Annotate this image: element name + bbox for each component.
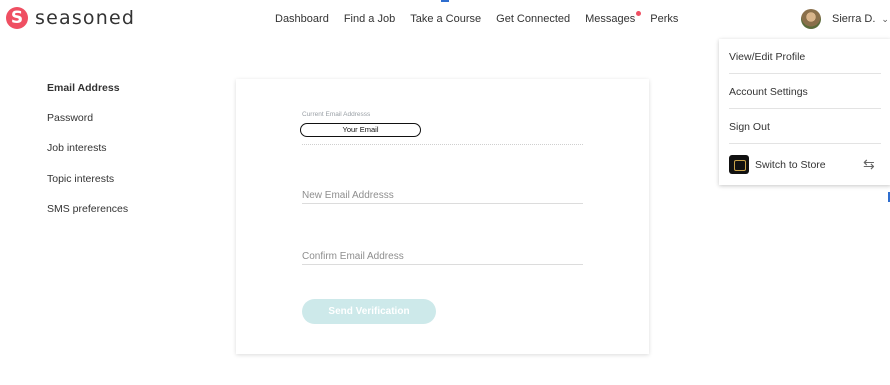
current-email-underline bbox=[302, 144, 583, 145]
menu-divider bbox=[729, 108, 881, 109]
unread-badge bbox=[636, 11, 642, 16]
user-name: Sierra D. bbox=[832, 13, 876, 25]
menu-item-switch-to-store[interactable]: Switch to Store bbox=[755, 159, 826, 171]
nav-find-a-job[interactable]: Find a Job bbox=[344, 13, 395, 25]
chevron-down-icon: ⌄ bbox=[881, 13, 889, 24]
brand-logo[interactable]: S seasoned bbox=[6, 7, 135, 29]
top-navbar: S seasoned Dashboard Find a Job Take a C… bbox=[0, 0, 890, 40]
sidebar-item-password[interactable]: Password bbox=[47, 112, 93, 124]
menu-divider bbox=[729, 143, 881, 144]
nav-take-a-course[interactable]: Take a Course bbox=[410, 13, 481, 25]
menu-item-sign-out[interactable]: Sign Out bbox=[729, 121, 770, 133]
user-dropdown-menu: View/Edit Profile Account Settings Sign … bbox=[719, 39, 890, 185]
menu-item-view-edit-profile[interactable]: View/Edit Profile bbox=[729, 51, 805, 63]
avatar bbox=[801, 9, 821, 29]
sidebar-item-email-address[interactable]: Email Address bbox=[47, 82, 120, 94]
brand-name: seasoned bbox=[35, 7, 136, 29]
menu-item-account-settings[interactable]: Account Settings bbox=[729, 86, 808, 98]
nav-get-connected[interactable]: Get Connected bbox=[496, 13, 570, 25]
sidebar-item-job-interests[interactable]: Job interests bbox=[47, 142, 107, 154]
sidebar-item-topic-interests[interactable]: Topic interests bbox=[47, 173, 114, 185]
sidebar-item-sms-preferences[interactable]: SMS preferences bbox=[47, 203, 128, 215]
main-nav: Dashboard Find a Job Take a Course Get C… bbox=[275, 11, 678, 25]
store-icon bbox=[729, 155, 749, 174]
confirm-email-input[interactable] bbox=[302, 248, 583, 265]
user-menu-toggle[interactable]: Sierra D. ⌄ bbox=[801, 9, 889, 29]
send-verification-button[interactable]: Send Verification bbox=[302, 299, 436, 324]
nav-messages[interactable]: Messages bbox=[585, 11, 642, 25]
swap-icon[interactable]: ⇆ bbox=[863, 156, 875, 173]
nav-dashboard[interactable]: Dashboard bbox=[275, 13, 329, 25]
menu-divider bbox=[729, 73, 881, 74]
logo-icon: S bbox=[6, 7, 28, 29]
current-email-value[interactable]: Your Email bbox=[300, 123, 421, 137]
new-email-input[interactable] bbox=[302, 187, 583, 204]
nav-messages-label: Messages bbox=[585, 13, 636, 25]
email-settings-card bbox=[236, 79, 649, 354]
nav-perks[interactable]: Perks bbox=[650, 13, 678, 25]
current-email-label: Current Email Addresss bbox=[302, 111, 371, 118]
